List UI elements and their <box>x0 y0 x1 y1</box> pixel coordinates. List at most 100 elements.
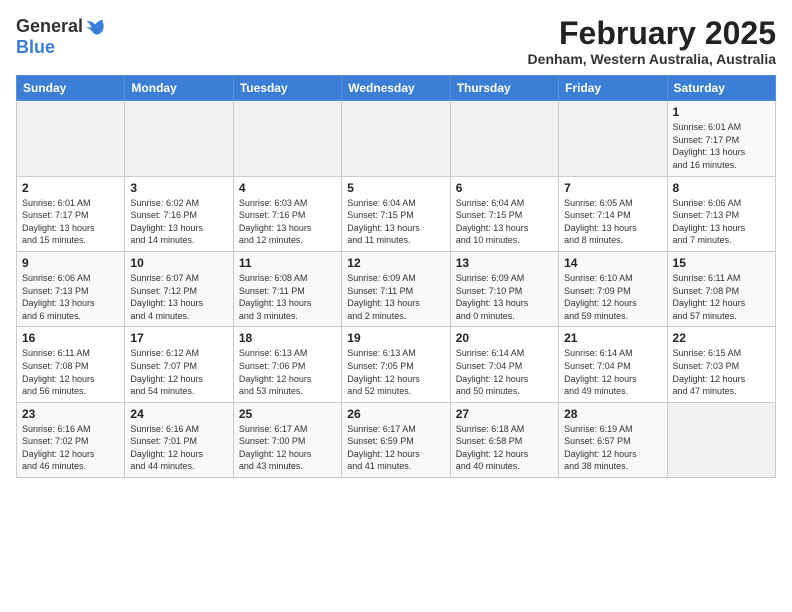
calendar-cell: 15 Sunrise: 6:11 AM Sunset: 7:08 PM Dayli… <box>667 251 775 326</box>
day-info: Sunrise: 6:17 AM Sunset: 6:59 PM Dayligh… <box>347 423 444 473</box>
day-number: 25 <box>239 407 336 421</box>
weekday-header-friday: Friday <box>559 76 667 101</box>
day-number: 26 <box>347 407 444 421</box>
logo: General Blue <box>16 16 105 58</box>
day-number: 8 <box>673 181 770 195</box>
calendar-cell: 9 Sunrise: 6:06 AM Sunset: 7:13 PM Daylig… <box>17 251 125 326</box>
calendar-cell <box>342 101 450 176</box>
day-info: Sunrise: 6:12 AM Sunset: 7:07 PM Dayligh… <box>130 347 227 397</box>
day-number: 10 <box>130 256 227 270</box>
day-info: Sunrise: 6:09 AM Sunset: 7:10 PM Dayligh… <box>456 272 553 322</box>
calendar-week-row: 23Sunrise: 6:16 AM Sunset: 7:02 PM Dayli… <box>17 402 776 477</box>
day-info: Sunrise: 6:17 AM Sunset: 7:00 PM Dayligh… <box>239 423 336 473</box>
day-number: 17 <box>130 331 227 345</box>
day-number: 2 <box>22 181 119 195</box>
calendar-cell: 6 Sunrise: 6:04 AM Sunset: 7:15 PM Daylig… <box>450 176 558 251</box>
day-info: Sunrise: 6:06 AM Sunset: 7:13 PM Dayligh… <box>22 272 119 322</box>
calendar-cell: 12 Sunrise: 6:09 AM Sunset: 7:11 PM Dayli… <box>342 251 450 326</box>
calendar-cell <box>233 101 341 176</box>
day-info: Sunrise: 6:03 AM Sunset: 7:16 PM Dayligh… <box>239 197 336 247</box>
calendar-cell <box>667 402 775 477</box>
location-subtitle: Denham, Western Australia, Australia <box>528 51 776 67</box>
calendar-cell: 1 Sunrise: 6:01 AM Sunset: 7:17 PM Daylig… <box>667 101 775 176</box>
day-number: 16 <box>22 331 119 345</box>
day-info: Sunrise: 6:13 AM Sunset: 7:05 PM Dayligh… <box>347 347 444 397</box>
day-number: 15 <box>673 256 770 270</box>
day-info: Sunrise: 6:11 AM Sunset: 7:08 PM Dayligh… <box>673 272 770 322</box>
calendar-table: SundayMondayTuesdayWednesdayThursdayFrid… <box>16 75 776 478</box>
calendar-cell: 28 Sunrise: 6:19 AM Sunset: 6:57 PM Dayli… <box>559 402 667 477</box>
day-number: 11 <box>239 256 336 270</box>
calendar-cell <box>559 101 667 176</box>
calendar-cell: 26 Sunrise: 6:17 AM Sunset: 6:59 PM Dayli… <box>342 402 450 477</box>
weekday-header-row: SundayMondayTuesdayWednesdayThursdayFrid… <box>17 76 776 101</box>
calendar-cell: 19 Sunrise: 6:13 AM Sunset: 7:05 PM Dayli… <box>342 327 450 402</box>
day-number: 28 <box>564 407 661 421</box>
calendar-cell: 21 Sunrise: 6:14 AM Sunset: 7:04 PM Dayli… <box>559 327 667 402</box>
weekday-header-saturday: Saturday <box>667 76 775 101</box>
day-number: 14 <box>564 256 661 270</box>
logo-blue-text: Blue <box>16 37 55 58</box>
weekday-header-tuesday: Tuesday <box>233 76 341 101</box>
calendar-cell: 2Sunrise: 6:01 AM Sunset: 7:17 PM Daylig… <box>17 176 125 251</box>
day-info: Sunrise: 6:19 AM Sunset: 6:57 PM Dayligh… <box>564 423 661 473</box>
logo-general-text: General <box>16 16 83 37</box>
title-block: February 2025 Denham, Western Australia,… <box>528 16 776 67</box>
day-number: 3 <box>130 181 227 195</box>
calendar-cell: 18Sunrise: 6:13 AM Sunset: 7:06 PM Dayli… <box>233 327 341 402</box>
calendar-week-row: 1 Sunrise: 6:01 AM Sunset: 7:17 PM Daylig… <box>17 101 776 176</box>
calendar-cell: 3 Sunrise: 6:02 AM Sunset: 7:16 PM Daylig… <box>125 176 233 251</box>
logo-bird-icon <box>85 17 105 37</box>
day-info: Sunrise: 6:08 AM Sunset: 7:11 PM Dayligh… <box>239 272 336 322</box>
day-number: 13 <box>456 256 553 270</box>
calendar-cell: 22 Sunrise: 6:15 AM Sunset: 7:03 PM Dayli… <box>667 327 775 402</box>
day-info: Sunrise: 6:10 AM Sunset: 7:09 PM Dayligh… <box>564 272 661 322</box>
day-info: Sunrise: 6:04 AM Sunset: 7:15 PM Dayligh… <box>456 197 553 247</box>
calendar-cell <box>17 101 125 176</box>
day-number: 12 <box>347 256 444 270</box>
day-info: Sunrise: 6:11 AM Sunset: 7:08 PM Dayligh… <box>22 347 119 397</box>
day-info: Sunrise: 6:05 AM Sunset: 7:14 PM Dayligh… <box>564 197 661 247</box>
day-info: Sunrise: 6:02 AM Sunset: 7:16 PM Dayligh… <box>130 197 227 247</box>
day-number: 19 <box>347 331 444 345</box>
page-header: General Blue February 2025 Denham, Weste… <box>16 16 776 67</box>
day-number: 5 <box>347 181 444 195</box>
day-info: Sunrise: 6:09 AM Sunset: 7:11 PM Dayligh… <box>347 272 444 322</box>
month-year-title: February 2025 <box>528 16 776 51</box>
calendar-cell: 13 Sunrise: 6:09 AM Sunset: 7:10 PM Dayli… <box>450 251 558 326</box>
day-info: Sunrise: 6:07 AM Sunset: 7:12 PM Dayligh… <box>130 272 227 322</box>
day-number: 21 <box>564 331 661 345</box>
calendar-cell: 11 Sunrise: 6:08 AM Sunset: 7:11 PM Dayli… <box>233 251 341 326</box>
day-info: Sunrise: 6:01 AM Sunset: 7:17 PM Dayligh… <box>673 121 770 171</box>
weekday-header-sunday: Sunday <box>17 76 125 101</box>
day-number: 9 <box>22 256 119 270</box>
calendar-cell: 25 Sunrise: 6:17 AM Sunset: 7:00 PM Dayli… <box>233 402 341 477</box>
day-info: Sunrise: 6:04 AM Sunset: 7:15 PM Dayligh… <box>347 197 444 247</box>
calendar-cell: 14 Sunrise: 6:10 AM Sunset: 7:09 PM Dayli… <box>559 251 667 326</box>
calendar-cell: 5 Sunrise: 6:04 AM Sunset: 7:15 PM Daylig… <box>342 176 450 251</box>
calendar-cell: 16 Sunrise: 6:11 AM Sunset: 7:08 PM Dayli… <box>17 327 125 402</box>
day-number: 20 <box>456 331 553 345</box>
calendar-cell <box>450 101 558 176</box>
day-info: Sunrise: 6:18 AM Sunset: 6:58 PM Dayligh… <box>456 423 553 473</box>
calendar-cell: 27 Sunrise: 6:18 AM Sunset: 6:58 PM Dayli… <box>450 402 558 477</box>
calendar-cell: 17 Sunrise: 6:12 AM Sunset: 7:07 PM Dayli… <box>125 327 233 402</box>
day-number: 1 <box>673 105 770 119</box>
day-info: Sunrise: 6:14 AM Sunset: 7:04 PM Dayligh… <box>564 347 661 397</box>
calendar-cell: 24 Sunrise: 6:16 AM Sunset: 7:01 PM Dayli… <box>125 402 233 477</box>
calendar-cell: 10 Sunrise: 6:07 AM Sunset: 7:12 PM Dayli… <box>125 251 233 326</box>
day-number: 22 <box>673 331 770 345</box>
day-info: Sunrise: 6:15 AM Sunset: 7:03 PM Dayligh… <box>673 347 770 397</box>
day-info: Sunrise: 6:16 AM Sunset: 7:01 PM Dayligh… <box>130 423 227 473</box>
calendar-cell <box>125 101 233 176</box>
weekday-header-monday: Monday <box>125 76 233 101</box>
day-info: Sunrise: 6:14 AM Sunset: 7:04 PM Dayligh… <box>456 347 553 397</box>
calendar-cell: 7Sunrise: 6:05 AM Sunset: 7:14 PM Daylig… <box>559 176 667 251</box>
weekday-header-thursday: Thursday <box>450 76 558 101</box>
day-number: 27 <box>456 407 553 421</box>
calendar-week-row: 2Sunrise: 6:01 AM Sunset: 7:17 PM Daylig… <box>17 176 776 251</box>
calendar-cell: 8 Sunrise: 6:06 AM Sunset: 7:13 PM Daylig… <box>667 176 775 251</box>
day-info: Sunrise: 6:06 AM Sunset: 7:13 PM Dayligh… <box>673 197 770 247</box>
day-number: 24 <box>130 407 227 421</box>
day-number: 6 <box>456 181 553 195</box>
